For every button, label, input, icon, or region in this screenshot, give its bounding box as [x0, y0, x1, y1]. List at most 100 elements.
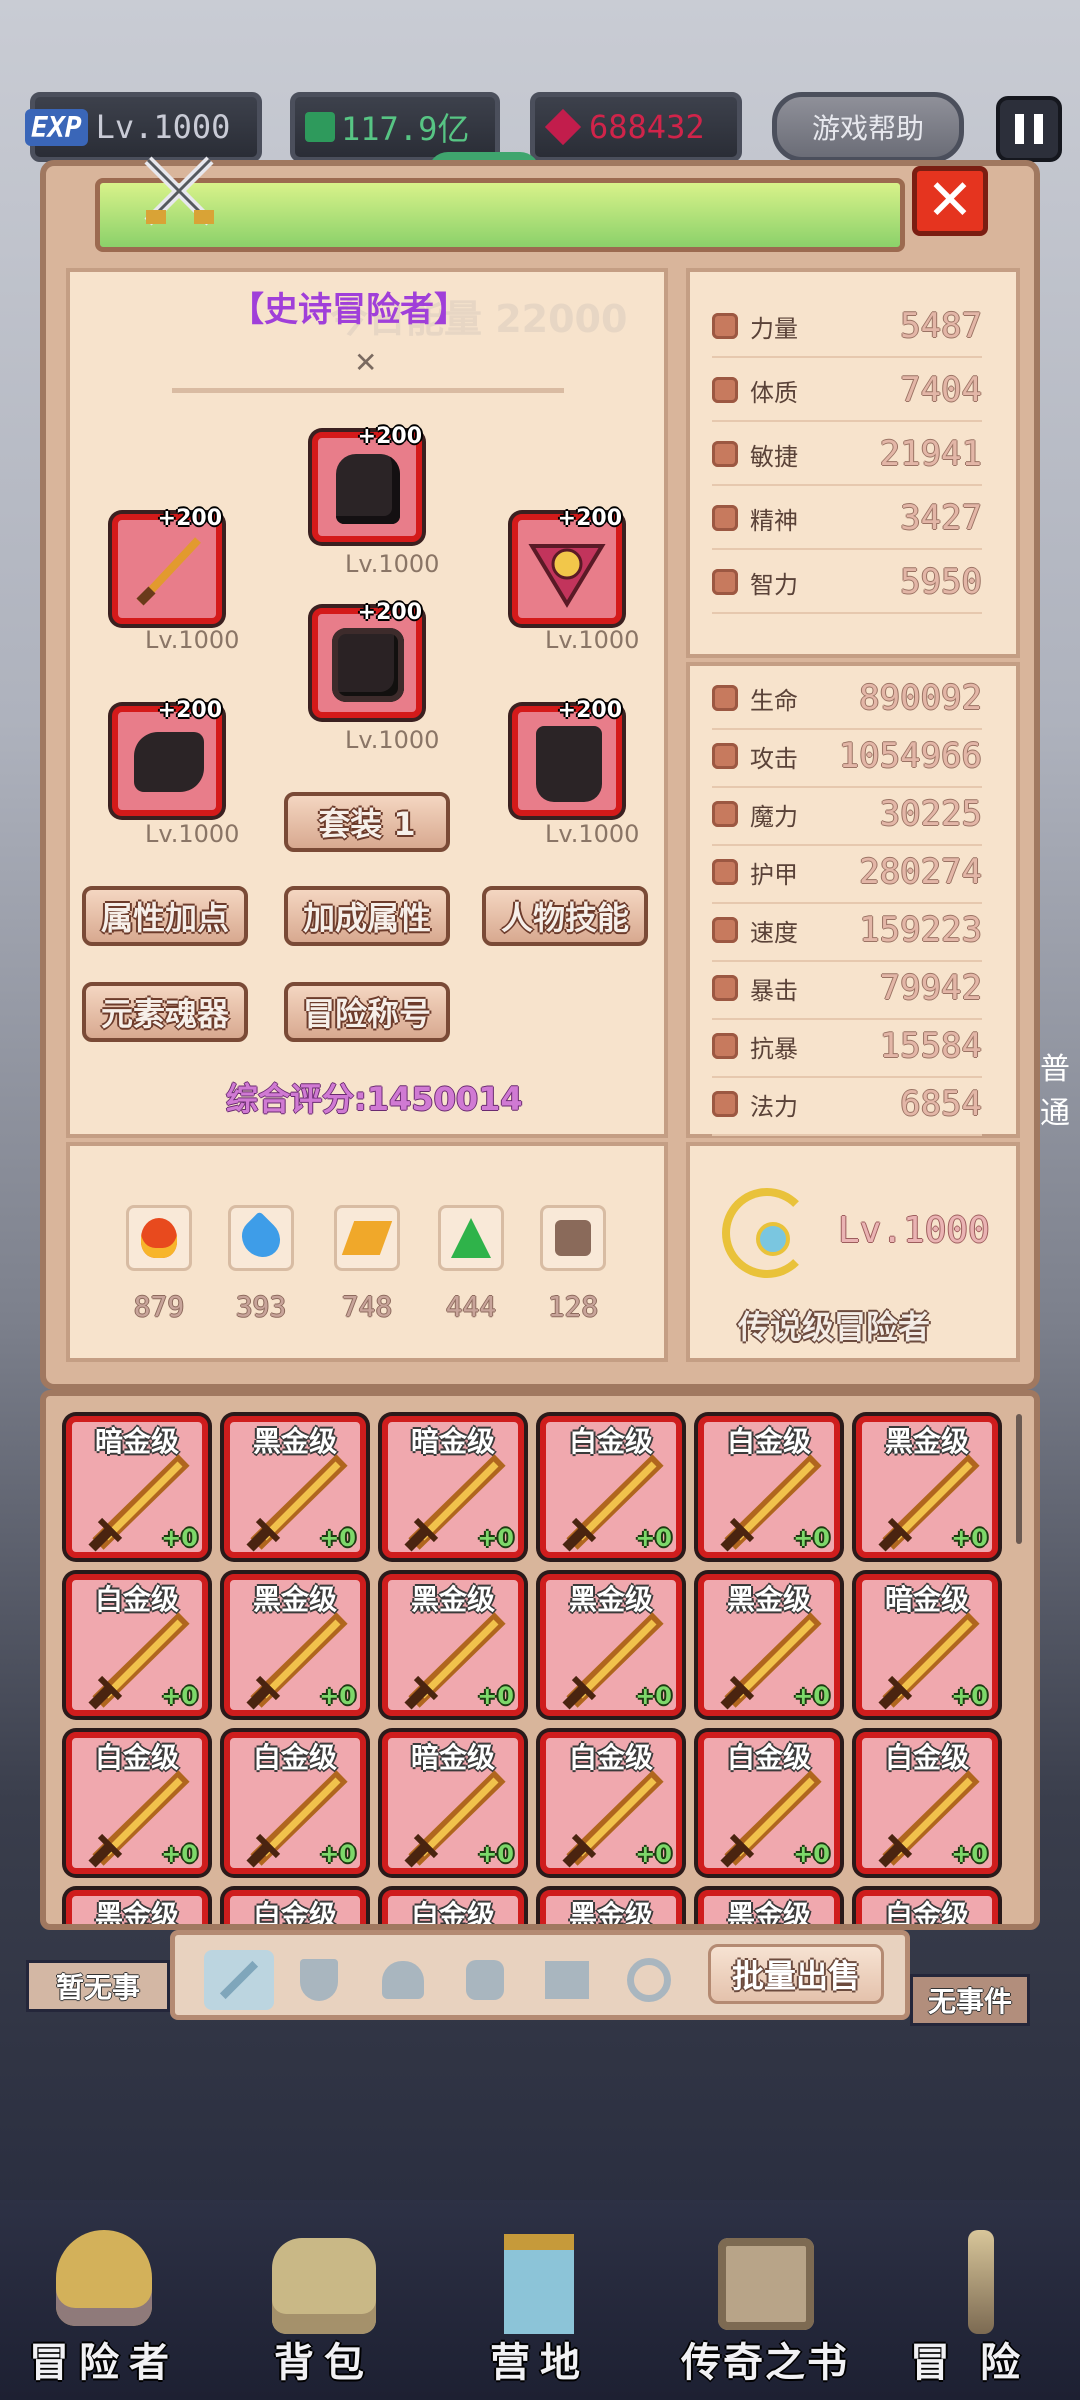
inventory-item[interactable]: 黑金级+0 [382, 1574, 524, 1716]
inventory-item[interactable]: 黑金级+0 [224, 1416, 366, 1558]
stat-row: 攻击 1054966 [712, 726, 982, 788]
inventory-item[interactable]: 黑金级+0 [856, 1416, 998, 1558]
item-grade: 暗金级 [410, 1741, 495, 1774]
tab-armor[interactable] [450, 1950, 520, 2010]
item-grade: 白金级 [94, 1741, 179, 1774]
strength-icon [712, 313, 738, 339]
sell-all-button[interactable]: 批量出售 [708, 1944, 884, 2004]
item-plus: +0 [161, 1840, 198, 1868]
brain-icon [712, 569, 738, 595]
inventory-item[interactable]: 白金级 +0 [856, 1732, 998, 1874]
backpack-icon [272, 2238, 376, 2334]
item-plus: +0 [319, 1682, 356, 1710]
adventure-title-button[interactable]: 冒险称号 [284, 982, 450, 1042]
inventory-item[interactable]: 白金级+0 [382, 1890, 524, 1924]
inventory-item[interactable]: 黑金级+0 [540, 1574, 682, 1716]
element-fire[interactable] [126, 1205, 192, 1271]
amulet-icon [528, 544, 606, 608]
item-grade: 白金级 [252, 1741, 337, 1774]
magic-icon [712, 801, 738, 827]
equip-gloves[interactable]: +200 [112, 698, 222, 816]
equip-plus: +200 [357, 600, 422, 625]
item-plus: +0 [319, 1524, 356, 1552]
character-skills-button[interactable]: 人物技能 [482, 886, 648, 946]
element-water-value: 393 [235, 1290, 287, 1323]
inventory-item[interactable]: 暗金级 +0 [856, 1574, 998, 1716]
rank-emblem-icon [722, 1188, 812, 1278]
inventory-item[interactable]: 白金级+0 [66, 1574, 208, 1716]
inventory-item[interactable]: 暗金级 +0 [382, 1416, 524, 1558]
inventory-item[interactable]: 白金级 +0 [66, 1732, 208, 1874]
attribute-points-button[interactable]: 属性加点 [82, 886, 248, 946]
fire-icon [141, 1218, 177, 1258]
close-button[interactable]: ✕ [912, 166, 988, 236]
stat-row: 抗暴 15584 [712, 1016, 982, 1078]
item-plus: +0 [319, 1840, 356, 1868]
element-soul-button[interactable]: 元素魂器 [82, 982, 248, 1042]
item-plus: +0 [951, 1840, 988, 1868]
equip-level: Lv.1000 [345, 550, 440, 578]
inventory-item[interactable]: 白金级+0 [698, 1732, 840, 1874]
pants-icon [545, 1961, 589, 1999]
inventory-item[interactable]: 黑金级+0 [698, 1890, 840, 1930]
equip-armor[interactable]: +200 [312, 600, 422, 718]
inventory-item[interactable]: 白金级+0 [856, 1890, 998, 1930]
wood-icon [451, 1218, 491, 1258]
stat-row: 暴击 79942 [712, 958, 982, 1020]
spirit-icon [712, 505, 738, 531]
item-plus: +0 [635, 1840, 672, 1868]
nav-adventure[interactable]: 冒险 [880, 2220, 1080, 2400]
equip-boots[interactable]: +200 [512, 698, 622, 816]
element-dark[interactable] [540, 1205, 606, 1271]
sell-all-label: 批量出售 [731, 1957, 860, 1995]
item-grade: 白金级 [884, 1899, 969, 1930]
attack-icon [712, 743, 738, 769]
element-thunder[interactable] [334, 1205, 400, 1271]
inventory-item[interactable]: 白金级+0 [540, 1732, 682, 1874]
tab-shield[interactable] [284, 1950, 354, 2010]
item-grade: 黑金级 [726, 1899, 811, 1930]
boots-icon [536, 726, 602, 802]
speed-icon [712, 917, 738, 943]
rank-level: Lv.1000 [838, 1210, 990, 1251]
element-water[interactable] [228, 1205, 294, 1271]
inventory-item[interactable]: 暗金级 +0 [66, 1416, 208, 1558]
tab-weapon[interactable] [204, 1950, 274, 2010]
item-plus: +0 [635, 1682, 672, 1710]
hero-knot-icon: ✕ [354, 346, 378, 379]
item-grade: 白金级 [884, 1741, 969, 1774]
close-icon: ✕ [926, 168, 974, 233]
tab-ring[interactable] [614, 1950, 684, 2010]
tab-pants[interactable] [532, 1950, 602, 2010]
item-plus: +0 [477, 1682, 514, 1710]
element-wood[interactable] [438, 1205, 504, 1271]
inventory-item[interactable]: 暗金级 +0 [382, 1732, 524, 1874]
nav-legend-book[interactable]: 传奇之书 [660, 2220, 870, 2400]
pause-button[interactable] [996, 96, 1062, 162]
equip-weapon[interactable]: +200 [112, 506, 222, 624]
help-button[interactable]: 游戏帮助 [772, 92, 964, 162]
inventory-item[interactable]: 白金级+0 [698, 1416, 840, 1558]
nav-camp[interactable]: 营地 [440, 2220, 640, 2400]
suit-button[interactable]: 套装 1 [284, 792, 450, 852]
helmet-icon [336, 454, 400, 524]
inventory-item[interactable]: 黑金级+0 [224, 1574, 366, 1716]
stat-row: 生命 890092 [712, 668, 982, 730]
inventory-item[interactable]: 黑金级+0 [66, 1890, 208, 1924]
water-icon [234, 1211, 288, 1265]
item-grade: 白金级 [94, 1583, 179, 1616]
inventory-item[interactable]: 白金级+0 [540, 1416, 682, 1558]
legend-book-icon [718, 2238, 814, 2330]
tab-helmet[interactable] [368, 1950, 438, 2010]
inventory-item[interactable]: 黑金级+0 [540, 1890, 682, 1924]
nav-backpack[interactable]: 背包 [224, 2220, 424, 2400]
stat-row: 法力 6854 [712, 1074, 982, 1136]
inventory-item[interactable]: 白金级 +0 [224, 1732, 366, 1874]
bonus-attributes-button[interactable]: 加成属性 [284, 886, 450, 946]
equip-amulet[interactable]: +200 [512, 506, 622, 624]
inventory-scrollbar[interactable] [1016, 1414, 1022, 1544]
equip-helmet[interactable]: +200 [312, 424, 422, 542]
nav-adventurer[interactable]: 冒险者 [4, 2220, 204, 2400]
inventory-item[interactable]: 黑金级+0 [698, 1574, 840, 1716]
inventory-item[interactable]: 白金级+0 [224, 1890, 366, 1924]
